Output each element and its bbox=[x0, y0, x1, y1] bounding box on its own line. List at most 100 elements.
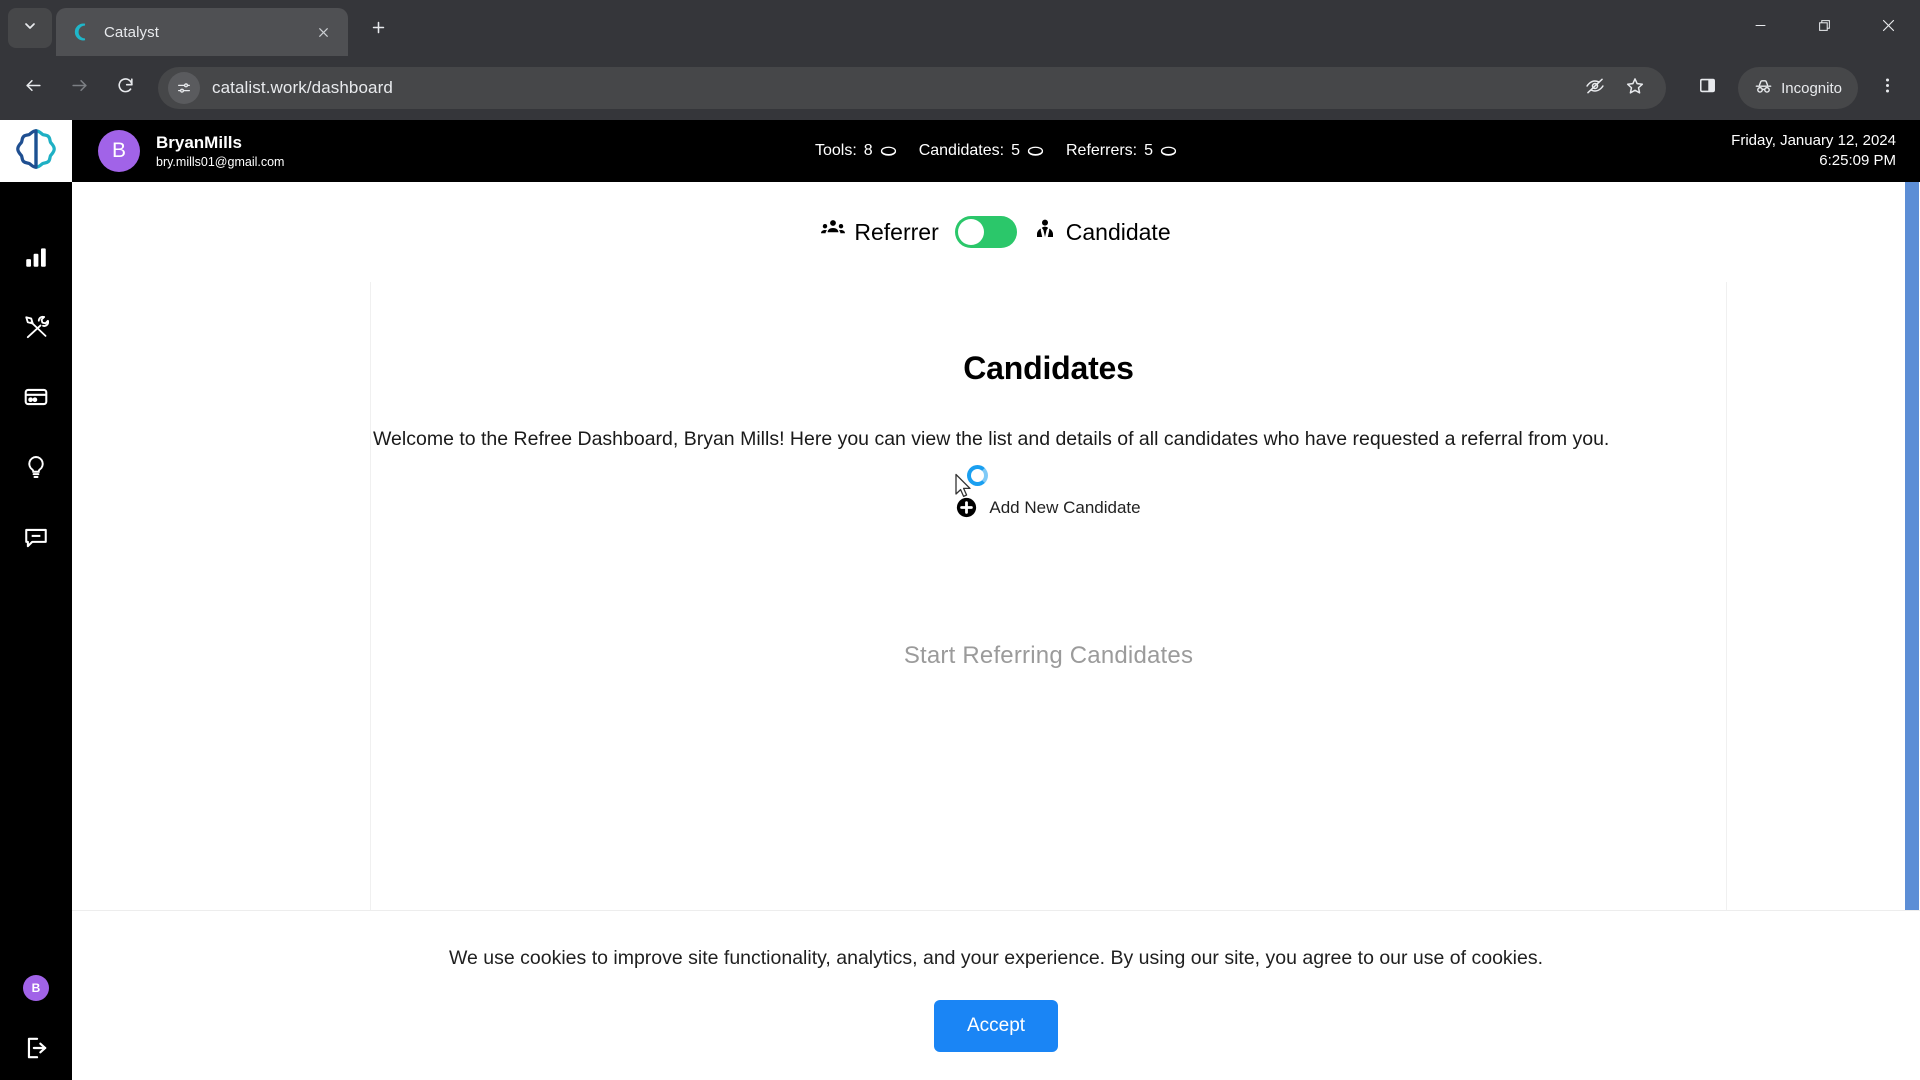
site-settings-icon[interactable] bbox=[168, 72, 200, 104]
empty-state-text: Start Referring Candidates bbox=[903, 642, 1194, 670]
forward-button[interactable] bbox=[58, 67, 100, 109]
bookmark-button[interactable] bbox=[1618, 71, 1652, 105]
incognito-label: Incognito bbox=[1781, 79, 1842, 97]
logout-button[interactable] bbox=[23, 1035, 49, 1066]
page-viewport: B B BryanMills bry.mills01@gmail.com Too… bbox=[0, 120, 1920, 1080]
tab-title: Catalyst bbox=[104, 23, 159, 41]
close-window-button[interactable] bbox=[1856, 0, 1920, 56]
header-clock: Friday, January 12, 2024 6:25:09 PM bbox=[1731, 131, 1896, 172]
catalyst-logo-icon bbox=[72, 22, 92, 42]
group-people-icon bbox=[821, 218, 846, 246]
page-title: Candidates bbox=[963, 350, 1134, 386]
credit-card-icon bbox=[23, 384, 49, 415]
plus-icon bbox=[370, 19, 387, 41]
reload-icon bbox=[116, 76, 135, 100]
stat-referrers-value: 5 bbox=[1144, 142, 1154, 159]
minimize-button[interactable] bbox=[1728, 0, 1792, 56]
app-container: B BryanMills bry.mills01@gmail.com Tools… bbox=[72, 120, 1920, 1080]
sidebar-item-analytics[interactable] bbox=[0, 224, 72, 294]
star-icon bbox=[1625, 76, 1645, 101]
catalyst-petal-logo-icon bbox=[13, 126, 59, 177]
address-bar[interactable]: catalist.work/dashboard bbox=[158, 67, 1667, 109]
tab-strip: Catalyst bbox=[0, 0, 1920, 56]
tracking-protection-button[interactable] bbox=[1578, 71, 1612, 105]
sidebar-item-billing[interactable] bbox=[0, 364, 72, 434]
toggle-referrer-text: Referrer bbox=[854, 218, 939, 245]
browser-window: Catalyst catalist.work/dashboard Incogni… bbox=[0, 0, 1920, 1080]
browser-tab[interactable]: Catalyst bbox=[56, 8, 348, 56]
sidebar-item-tools[interactable] bbox=[0, 294, 72, 364]
mouse-pointer-icon bbox=[954, 473, 974, 501]
avatar: B bbox=[98, 130, 140, 172]
stat-candidates-value: 5 bbox=[1011, 142, 1020, 159]
window-controls bbox=[1728, 0, 1920, 56]
coin-icon bbox=[880, 145, 897, 158]
header-time: 6:25:09 PM bbox=[1819, 152, 1896, 169]
arrow-left-icon bbox=[24, 76, 43, 100]
tab-close-button[interactable] bbox=[310, 19, 336, 45]
chat-icon bbox=[23, 524, 49, 555]
toggle-label-referrer[interactable]: Referrer bbox=[821, 218, 939, 246]
tab-search-button[interactable] bbox=[8, 8, 52, 48]
stat-tools: Tools: 8 bbox=[815, 142, 897, 160]
user-block[interactable]: B BryanMills bry.mills01@gmail.com bbox=[98, 130, 284, 172]
chevron-down-icon bbox=[22, 18, 38, 39]
logout-icon bbox=[23, 1035, 49, 1066]
toggle-label-candidate[interactable]: Candidate bbox=[1033, 218, 1171, 246]
arrow-right-icon bbox=[70, 76, 89, 100]
add-candidate-area: Add New Candidate bbox=[371, 465, 1726, 518]
sidebar-avatar[interactable]: B bbox=[23, 975, 49, 1001]
add-new-candidate-label: Add New Candidate bbox=[989, 497, 1141, 517]
stat-tools-label: Tools: bbox=[814, 142, 857, 159]
toggle-knob bbox=[957, 219, 984, 245]
sidebar-item-messages[interactable] bbox=[0, 504, 72, 574]
user-text: BryanMills bry.mills01@gmail.com bbox=[156, 132, 284, 170]
kebab-menu-icon bbox=[1878, 76, 1897, 100]
stat-candidates: Candidates: 5 bbox=[919, 142, 1044, 160]
header-stats: Tools: 8 Candidates: 5 Referrers: 5 bbox=[815, 142, 1177, 160]
welcome-text: Welcome to the Refree Dashboard, Bryan M… bbox=[373, 428, 1610, 450]
incognito-badge[interactable]: Incognito bbox=[1738, 67, 1858, 109]
app-header: B BryanMills bry.mills01@gmail.com Tools… bbox=[72, 120, 1920, 182]
restore-icon bbox=[1818, 19, 1831, 37]
bar-chart-icon bbox=[23, 244, 49, 275]
app-logo[interactable] bbox=[0, 120, 72, 182]
minimize-icon bbox=[1754, 19, 1767, 37]
tools-icon bbox=[23, 314, 50, 345]
stat-candidates-label: Candidates: bbox=[918, 142, 1005, 159]
sidebar-rail: B bbox=[0, 120, 72, 1080]
new-tab-button[interactable] bbox=[360, 12, 396, 48]
browser-toolbar: catalist.work/dashboard Incognito bbox=[0, 56, 1920, 120]
cookie-message: We use cookies to improve site functiona… bbox=[448, 947, 1544, 969]
user-email: bry.mills01@gmail.com bbox=[156, 154, 285, 169]
header-date: Friday, January 12, 2024 bbox=[1731, 131, 1896, 149]
coin-icon bbox=[1160, 145, 1177, 158]
omnibox-actions bbox=[1578, 71, 1652, 105]
coin-icon bbox=[1027, 145, 1044, 158]
page-content: Referrer Candidate Candidates Welcome to… bbox=[72, 182, 1920, 1080]
role-toggle-switch[interactable] bbox=[954, 216, 1017, 248]
sidebar-items bbox=[0, 182, 72, 574]
reload-button[interactable] bbox=[104, 67, 146, 109]
browser-menu-button[interactable] bbox=[1866, 67, 1908, 109]
incognito-icon bbox=[1754, 77, 1773, 100]
url-text[interactable]: catalist.work/dashboard bbox=[212, 78, 1566, 98]
maximize-button[interactable] bbox=[1792, 0, 1856, 56]
side-panel-icon bbox=[1698, 76, 1717, 100]
stat-referrers: Referrers: 5 bbox=[1066, 142, 1177, 160]
stat-tools-value: 8 bbox=[863, 142, 873, 159]
add-new-candidate-button[interactable]: Add New Candidate bbox=[956, 497, 1141, 518]
sidebar-item-insights[interactable] bbox=[0, 434, 72, 504]
cookie-banner: We use cookies to improve site functiona… bbox=[72, 910, 1920, 1080]
side-panel-button[interactable] bbox=[1686, 67, 1728, 109]
stat-referrers-label: Referrers: bbox=[1065, 142, 1138, 159]
role-toggle-row: Referrer Candidate bbox=[72, 182, 1920, 248]
eye-off-icon bbox=[1585, 76, 1605, 101]
person-tie-icon bbox=[1033, 218, 1057, 246]
toggle-candidate-text: Candidate bbox=[1065, 218, 1171, 245]
accept-cookies-button[interactable]: Accept bbox=[934, 1000, 1058, 1052]
back-button[interactable] bbox=[12, 67, 54, 109]
sidebar-footer: B bbox=[0, 975, 72, 1066]
lightbulb-icon bbox=[23, 454, 49, 485]
user-name: BryanMills bbox=[156, 133, 242, 153]
